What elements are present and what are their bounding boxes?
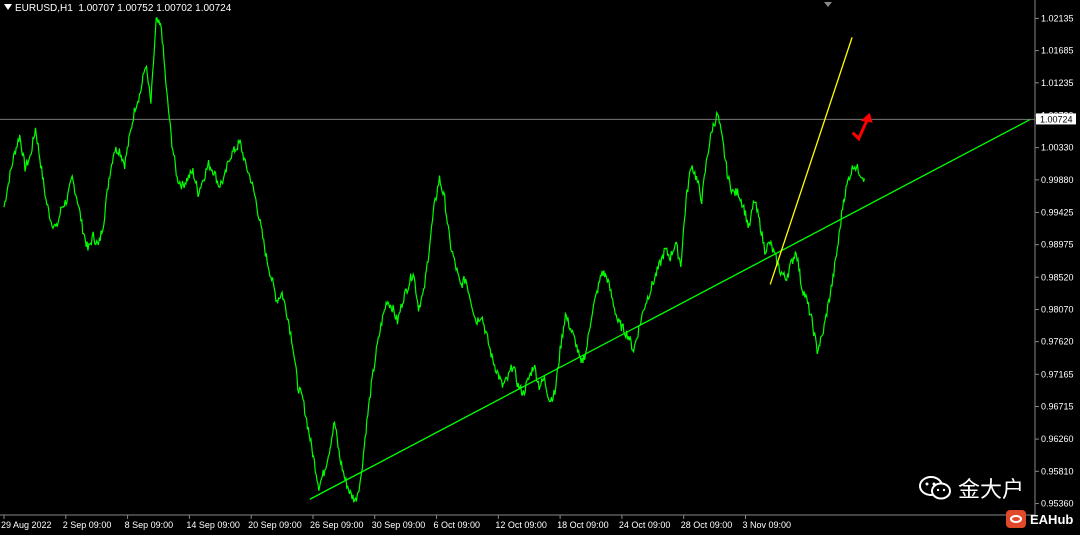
y-tick-label: 0.95360 bbox=[1041, 499, 1074, 509]
x-tick-label: 26 Sep 09:00 bbox=[310, 520, 364, 530]
ohlc-values: 1.00707 1.00752 1.00702 1.00724 bbox=[78, 3, 232, 14]
x-tick-label: 28 Oct 09:00 bbox=[681, 520, 733, 530]
y-tick-label: 1.01685 bbox=[1041, 46, 1074, 56]
y-tick-label: 0.97165 bbox=[1041, 369, 1074, 379]
x-tick-label: 29 Aug 2022 bbox=[1, 520, 52, 530]
y-tick-label: 0.96260 bbox=[1041, 434, 1074, 444]
current-price-badge: 1.00724 bbox=[1036, 113, 1076, 125]
y-tick-label: 1.02135 bbox=[1041, 13, 1074, 23]
x-tick-label: 18 Oct 09:00 bbox=[557, 520, 609, 530]
y-tick-label: 1.01235 bbox=[1041, 78, 1074, 88]
eahub-brand: EAHub bbox=[1006, 510, 1073, 528]
price-chart[interactable]: 1.021351.016851.012351.007801.003300.998… bbox=[0, 0, 1080, 535]
y-tick-label: 0.96715 bbox=[1041, 402, 1074, 412]
chart-header: EURUSD,H1 1.00707 1.00752 1.00702 1.0072… bbox=[4, 3, 231, 14]
y-tick-label: 0.99425 bbox=[1041, 207, 1074, 217]
x-tick-label: 12 Oct 09:00 bbox=[495, 520, 547, 530]
x-tick-label: 20 Sep 09:00 bbox=[248, 520, 302, 530]
x-tick-label: 8 Sep 09:00 bbox=[125, 520, 174, 530]
y-tick-label: 1.00330 bbox=[1041, 143, 1074, 153]
y-tick-label: 0.98975 bbox=[1041, 240, 1074, 250]
x-tick-label: 14 Sep 09:00 bbox=[186, 520, 240, 530]
x-tick-label: 6 Oct 09:00 bbox=[434, 520, 481, 530]
dropdown-triangle-icon[interactable] bbox=[4, 4, 12, 10]
wechat-icon bbox=[919, 476, 951, 500]
eahub-brand-text: EAHub bbox=[1030, 511, 1074, 527]
y-tick-label: 0.99880 bbox=[1041, 175, 1074, 185]
current-price-label: 1.00724 bbox=[1040, 114, 1073, 124]
x-tick-label: 2 Sep 09:00 bbox=[63, 520, 112, 530]
watermark-text: 金大户 bbox=[958, 478, 1025, 503]
y-tick-label: 0.97620 bbox=[1041, 337, 1074, 347]
eahub-logo-icon bbox=[1006, 510, 1026, 528]
y-tick-label: 0.95810 bbox=[1041, 466, 1074, 476]
y-tick-label: 0.98520 bbox=[1041, 272, 1074, 282]
x-tick-label: 30 Sep 09:00 bbox=[372, 520, 426, 530]
chart-background bbox=[0, 0, 1080, 535]
x-tick-label: 3 Nov 09:00 bbox=[742, 520, 791, 530]
symbol-label: EURUSD,H1 bbox=[15, 3, 73, 14]
y-tick-label: 0.98070 bbox=[1041, 304, 1074, 314]
watermark: 金大户 bbox=[918, 472, 1024, 504]
x-tick-label: 24 Oct 09:00 bbox=[619, 520, 671, 530]
